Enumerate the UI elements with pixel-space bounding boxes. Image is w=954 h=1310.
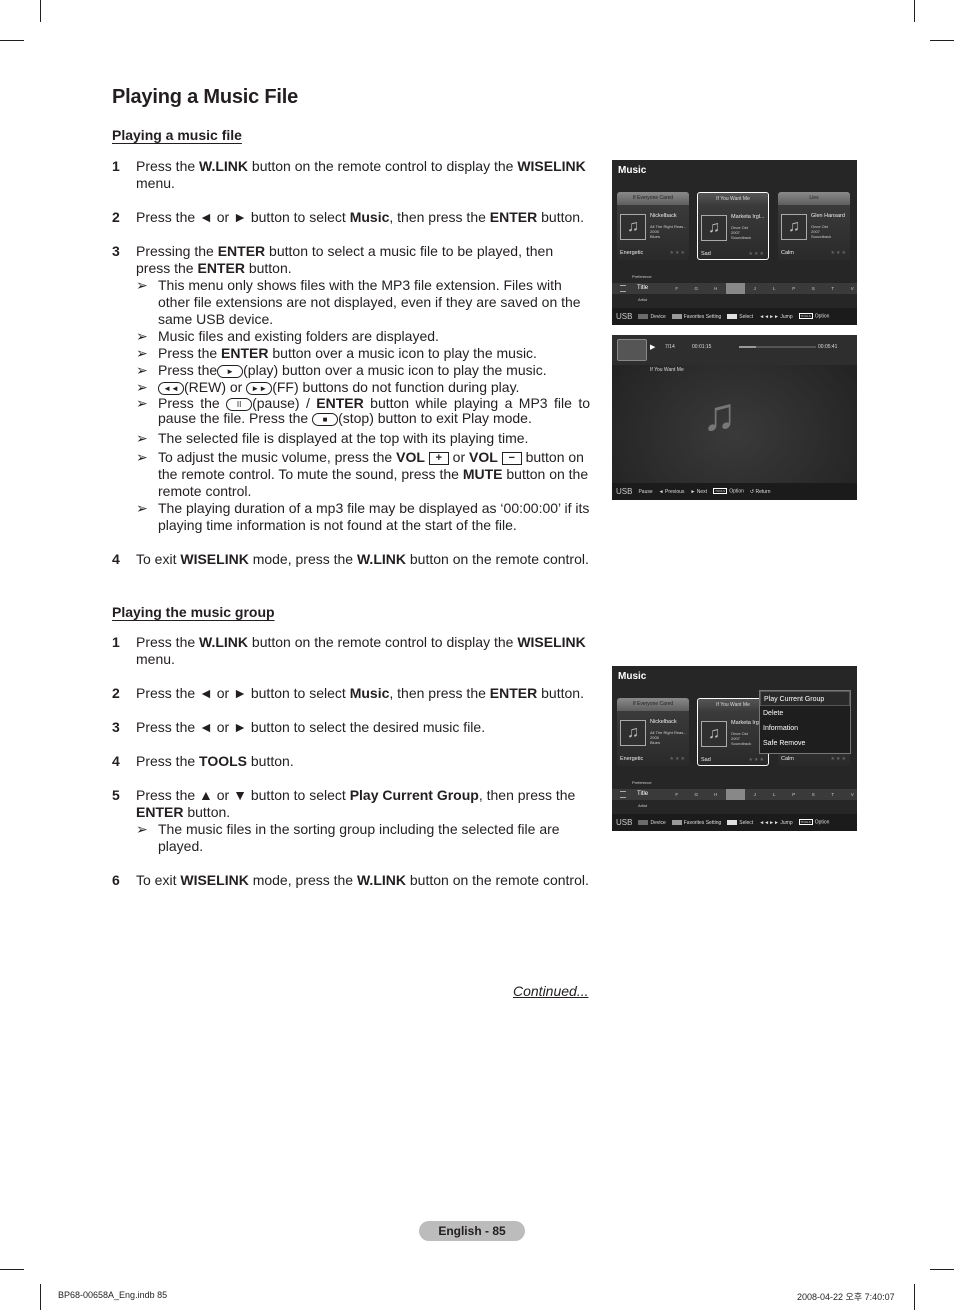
music-card: If Everyone Cared ♫ Nickelback All The R… (617, 192, 689, 260)
note: ➢ The selected file is displayed at the t… (136, 430, 529, 446)
fast-forward-button-icon: ►► (246, 381, 273, 395)
screen-title: Music (618, 165, 647, 176)
note: ➢ To adjust the music volume, press the V… (136, 449, 589, 499)
note: ➢ This menu only shows files with the MP3… (136, 277, 581, 327)
menu-icon (620, 791, 626, 798)
rating-stars: ★★★ (830, 250, 847, 256)
music-group-screenshot: Music If Everyone Cared ♫ Nickelback All… (612, 666, 857, 831)
music-browser-screenshot: Music If Everyone Cared ♫ Nickelback All… (612, 160, 857, 325)
music-card: Lies ♫ Glen Hansard Once Ost 2007 Soundtra… (778, 192, 850, 260)
letter-index: FGHIJLPSTV (667, 283, 857, 294)
menu-item-play-current-group[interactable]: Play Current Group (760, 691, 850, 706)
note: ➢ The playing duration of a mp3 file may … (136, 500, 590, 533)
page-number-badge: English - 85 (419, 1221, 525, 1241)
sort-bar: Title FGHIJLPSTV (612, 283, 857, 294)
footer-timestamp: 2008-04-22 오후 7:40:07 (797, 1292, 895, 1302)
step-6: 6 To exit WISELINK mode, press the W.LIN… (112, 872, 589, 888)
note: ➢ Press the ENTER button over a music ico… (136, 345, 537, 361)
music-note-icon: ♫ (781, 214, 807, 240)
footer-file-info: BP68-00658A_Eng.indb 85 (58, 1290, 168, 1300)
vol-down-icon: − (501, 451, 522, 465)
music-card-selected: If You Want Me ♫ Marketa Irgl... Once Os… (697, 192, 769, 260)
step-4: 4 To exit WISELINK mode, press the W.LIN… (112, 551, 589, 567)
crop-mark (40, 0, 41, 22)
crop-mark (40, 1284, 41, 1310)
menu-item-safe-remove[interactable]: Safe Remove (760, 736, 850, 751)
album-thumbnail (617, 339, 647, 361)
step-5: 5 Press the ▲ or ▼ button to select Play… (112, 787, 590, 855)
steps-music-group: 1 Press the W.LINK button on the remote … (112, 634, 590, 889)
bottom-bar: USB Device Favorites Setting Select ◄◄►►… (612, 308, 857, 325)
continued-link: Continued... (513, 983, 589, 999)
play-icon: ▶ (650, 344, 656, 351)
step-2: 2 Press the ◄ or ► button to select Musi… (112, 209, 584, 225)
menu-icon (620, 285, 626, 292)
section-title-music-file: Playing a music file (112, 127, 242, 143)
step-3: 3 Press the ◄ or ► button to select the … (112, 719, 486, 735)
bottom-bar: USB Device Favorites Setting Select ◄◄►►… (612, 814, 857, 831)
progress-bar (739, 346, 816, 348)
note: ➢ ◄◄ (REW) or ►► (FF) buttons do not functi… (136, 379, 520, 395)
rating-stars: ★★★ (748, 251, 765, 257)
bottom-bar: USB Pause ◄ Previous ► Next TOOLS Option … (612, 483, 857, 500)
music-note-icon: ♫ (620, 720, 646, 746)
vol-up-icon: + (428, 451, 449, 465)
sort-bar: Title FGHIJLPSTV (612, 789, 857, 800)
note: ➢ The music files in the sorting group in… (136, 821, 560, 854)
crop-mark (930, 1269, 954, 1270)
section-title-music-group: Playing the music group (112, 604, 275, 620)
note: ➢ Music files and existing folders are di… (136, 328, 439, 344)
tools-popup-menu: Play Current Group Delete Information Sa… (759, 690, 851, 754)
note: ➢ Press the ► (play) button over a music ic… (136, 362, 547, 378)
rewind-button-icon: ◄◄ (158, 381, 184, 395)
menu-item-delete[interactable]: Delete (760, 706, 850, 721)
crop-mark (914, 0, 915, 22)
page-title: Playing a Music File (112, 86, 299, 108)
steps-music-file: 1 Press the W.LINK button on the remote … (112, 158, 590, 568)
music-note-icon: ♫ (701, 721, 727, 747)
step-2: 2 Press the ◄ or ► button to select Musi… (112, 685, 584, 701)
music-note-icon: ♫ (702, 388, 737, 440)
crop-mark (930, 40, 954, 41)
music-note-icon: ♫ (620, 214, 646, 240)
music-player-screenshot: ▶ 7/14 00:01:15 00:05:41 If You Want Me … (612, 335, 857, 500)
music-card: If Everyone Cared ♫ Nickelback All The R… (617, 698, 689, 766)
step-1: 1 Press the W.LINK button on the remote … (112, 158, 586, 191)
stop-button-icon: ■ (312, 412, 339, 426)
step-4: 4 Press the TOOLS button. (112, 753, 294, 769)
crop-mark (0, 1269, 24, 1270)
pause-button-icon: II (226, 397, 253, 411)
step-3: 3 Pressing the ENTER button to select a … (112, 243, 591, 533)
music-note-icon: ♫ (701, 215, 727, 241)
menu-item-information[interactable]: Information (760, 721, 850, 736)
crop-mark (914, 1284, 915, 1310)
note: ➢ Press the II (pause) / ENTER button whil… (136, 395, 591, 426)
player-header: ▶ 7/14 00:01:15 00:05:41 (612, 335, 857, 365)
play-button-icon: ► (217, 364, 244, 378)
step-1: 1 Press the W.LINK button on the remote … (112, 634, 586, 667)
crop-mark (0, 40, 24, 41)
rating-stars: ★★★ (669, 250, 686, 256)
